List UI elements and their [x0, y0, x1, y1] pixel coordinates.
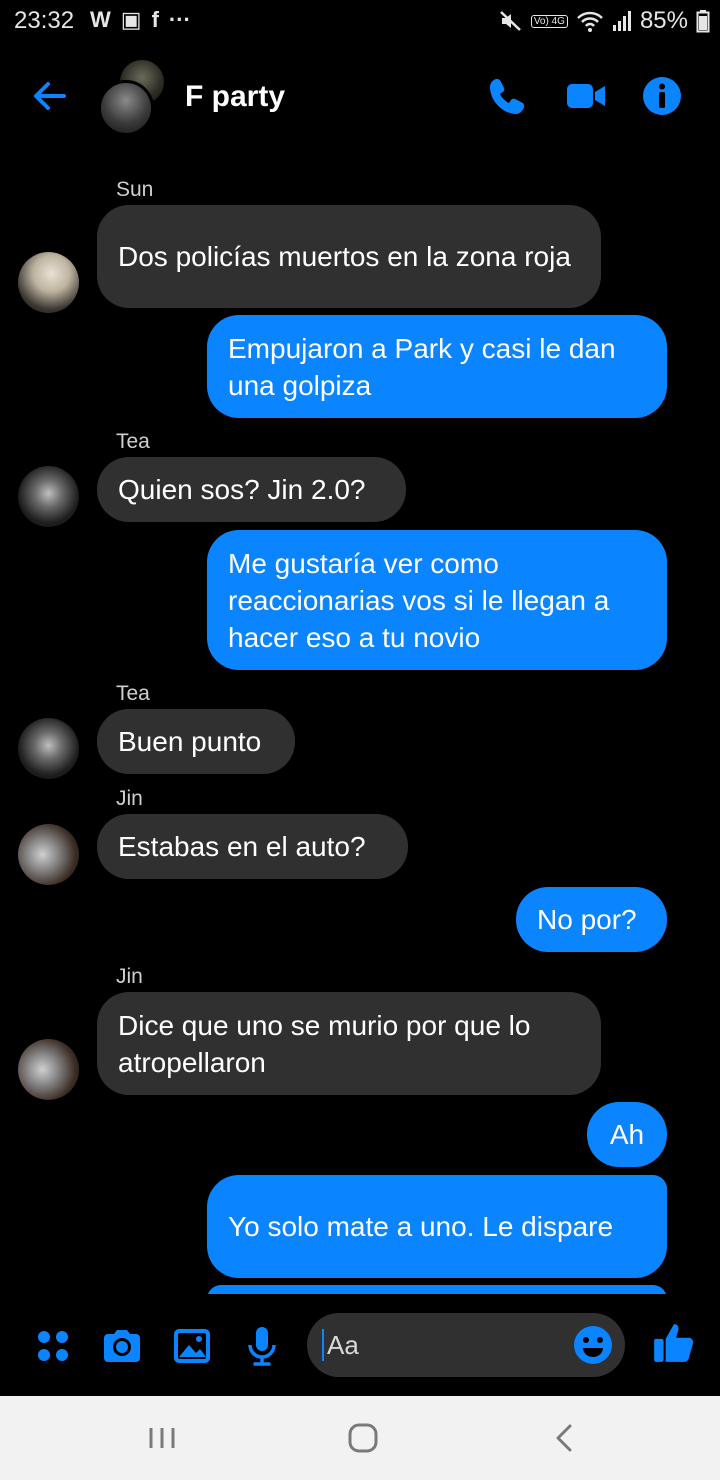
composer-bar: Aa — [0, 1296, 720, 1396]
wifi-icon — [577, 11, 603, 32]
message-text: No por? — [537, 904, 637, 935]
sender-name: Jin — [116, 965, 143, 988]
microphone-icon[interactable] — [240, 1324, 284, 1368]
battery-icon — [696, 10, 710, 33]
sender-avatar[interactable] — [18, 1039, 79, 1100]
message-input-placeholder: Aa — [327, 1330, 359, 1360]
sender-name: Tea — [116, 682, 150, 705]
incoming-message[interactable]: Estabas en el auto? — [97, 814, 408, 879]
gallery-icon: ▣ — [120, 7, 142, 32]
sender-avatar[interactable] — [18, 466, 79, 527]
outgoing-message[interactable]: Yo solo mate a uno. Le dispare — [207, 1175, 667, 1278]
outgoing-message[interactable]: Me gustaría ver como reaccionarias vos s… — [207, 530, 667, 670]
incoming-message[interactable]: Dos policías muertos en la zona roja — [97, 205, 601, 308]
status-right-icons: Vo) 4G 85% — [499, 7, 710, 35]
group-avatar-member-2 — [98, 80, 154, 136]
sender-avatar[interactable] — [18, 718, 79, 779]
message-input[interactable]: Aa — [307, 1313, 625, 1377]
status-time: 23:32 — [14, 7, 75, 34]
mute-icon — [499, 11, 521, 31]
message-text: Yo solo mate a uno. Le dispare — [228, 1211, 614, 1242]
message-text: Dice que uno se murio por que lo atropel… — [118, 1009, 531, 1078]
sender-avatar[interactable] — [18, 824, 79, 885]
gallery-icon[interactable] — [170, 1324, 214, 1368]
incoming-message[interactable]: Buen punto — [97, 709, 295, 774]
phone-call-icon[interactable] — [486, 74, 530, 118]
sender-name: Jin — [116, 787, 143, 810]
message-list[interactable]: Sun Dos policías muertos en la zona roja… — [0, 160, 720, 1294]
signal-icon — [612, 11, 631, 31]
outgoing-message-partial[interactable] — [207, 1285, 667, 1294]
outgoing-message[interactable]: Ah — [587, 1102, 667, 1167]
text-cursor — [322, 1329, 324, 1361]
incoming-message[interactable]: Dice que uno se murio por que lo atropel… — [97, 992, 601, 1095]
w-app-icon: W — [90, 7, 111, 32]
facebook-icon: f — [151, 7, 159, 32]
message-text: Quien sos? Jin 2.0? — [118, 474, 366, 505]
recent-apps-icon[interactable] — [142, 1418, 182, 1458]
message-text: Estabas en el auto? — [118, 831, 366, 862]
battery-percent: 85% — [639, 7, 688, 34]
info-icon[interactable] — [640, 74, 684, 118]
video-call-icon[interactable] — [564, 74, 608, 118]
conversation-header: F party — [0, 52, 720, 152]
incoming-message[interactable]: Quien sos? Jin 2.0? — [97, 457, 406, 522]
home-icon[interactable] — [343, 1418, 383, 1458]
message-text: Dos policías muertos en la zona roja — [118, 241, 571, 272]
outgoing-message[interactable]: No por? — [516, 887, 667, 952]
conversation-title[interactable]: F party — [185, 80, 285, 114]
sender-name: Sun — [116, 178, 154, 201]
more-actions-icon[interactable] — [31, 1324, 75, 1368]
status-bar: 23:32 W ▣ f ··· Vo) 4G 85% — [0, 0, 720, 44]
sender-avatar[interactable] — [18, 252, 79, 313]
like-thumbs-up-icon[interactable] — [651, 1320, 697, 1366]
outgoing-message[interactable]: Empujaron a Park y casi le dan una golpi… — [207, 315, 667, 418]
status-left-icons: W ▣ f ··· — [90, 7, 191, 33]
back-nav-icon[interactable] — [545, 1418, 585, 1458]
emoji-icon[interactable] — [571, 1323, 615, 1367]
message-text: Buen punto — [118, 726, 262, 757]
message-text: Empujaron a Park y casi le dan una golpi… — [228, 332, 616, 401]
volte-icon: Vo) 4G — [530, 14, 568, 28]
message-text: Ah — [609, 1119, 645, 1150]
group-avatar[interactable] — [98, 60, 168, 136]
sender-name: Tea — [116, 430, 150, 453]
camera-icon[interactable] — [100, 1324, 144, 1368]
system-nav-bar — [0, 1396, 720, 1480]
message-text: Me gustaría ver como reaccionarias vos s… — [228, 547, 610, 653]
more-dots-icon: ··· — [168, 7, 191, 32]
back-arrow-icon[interactable] — [28, 74, 72, 118]
